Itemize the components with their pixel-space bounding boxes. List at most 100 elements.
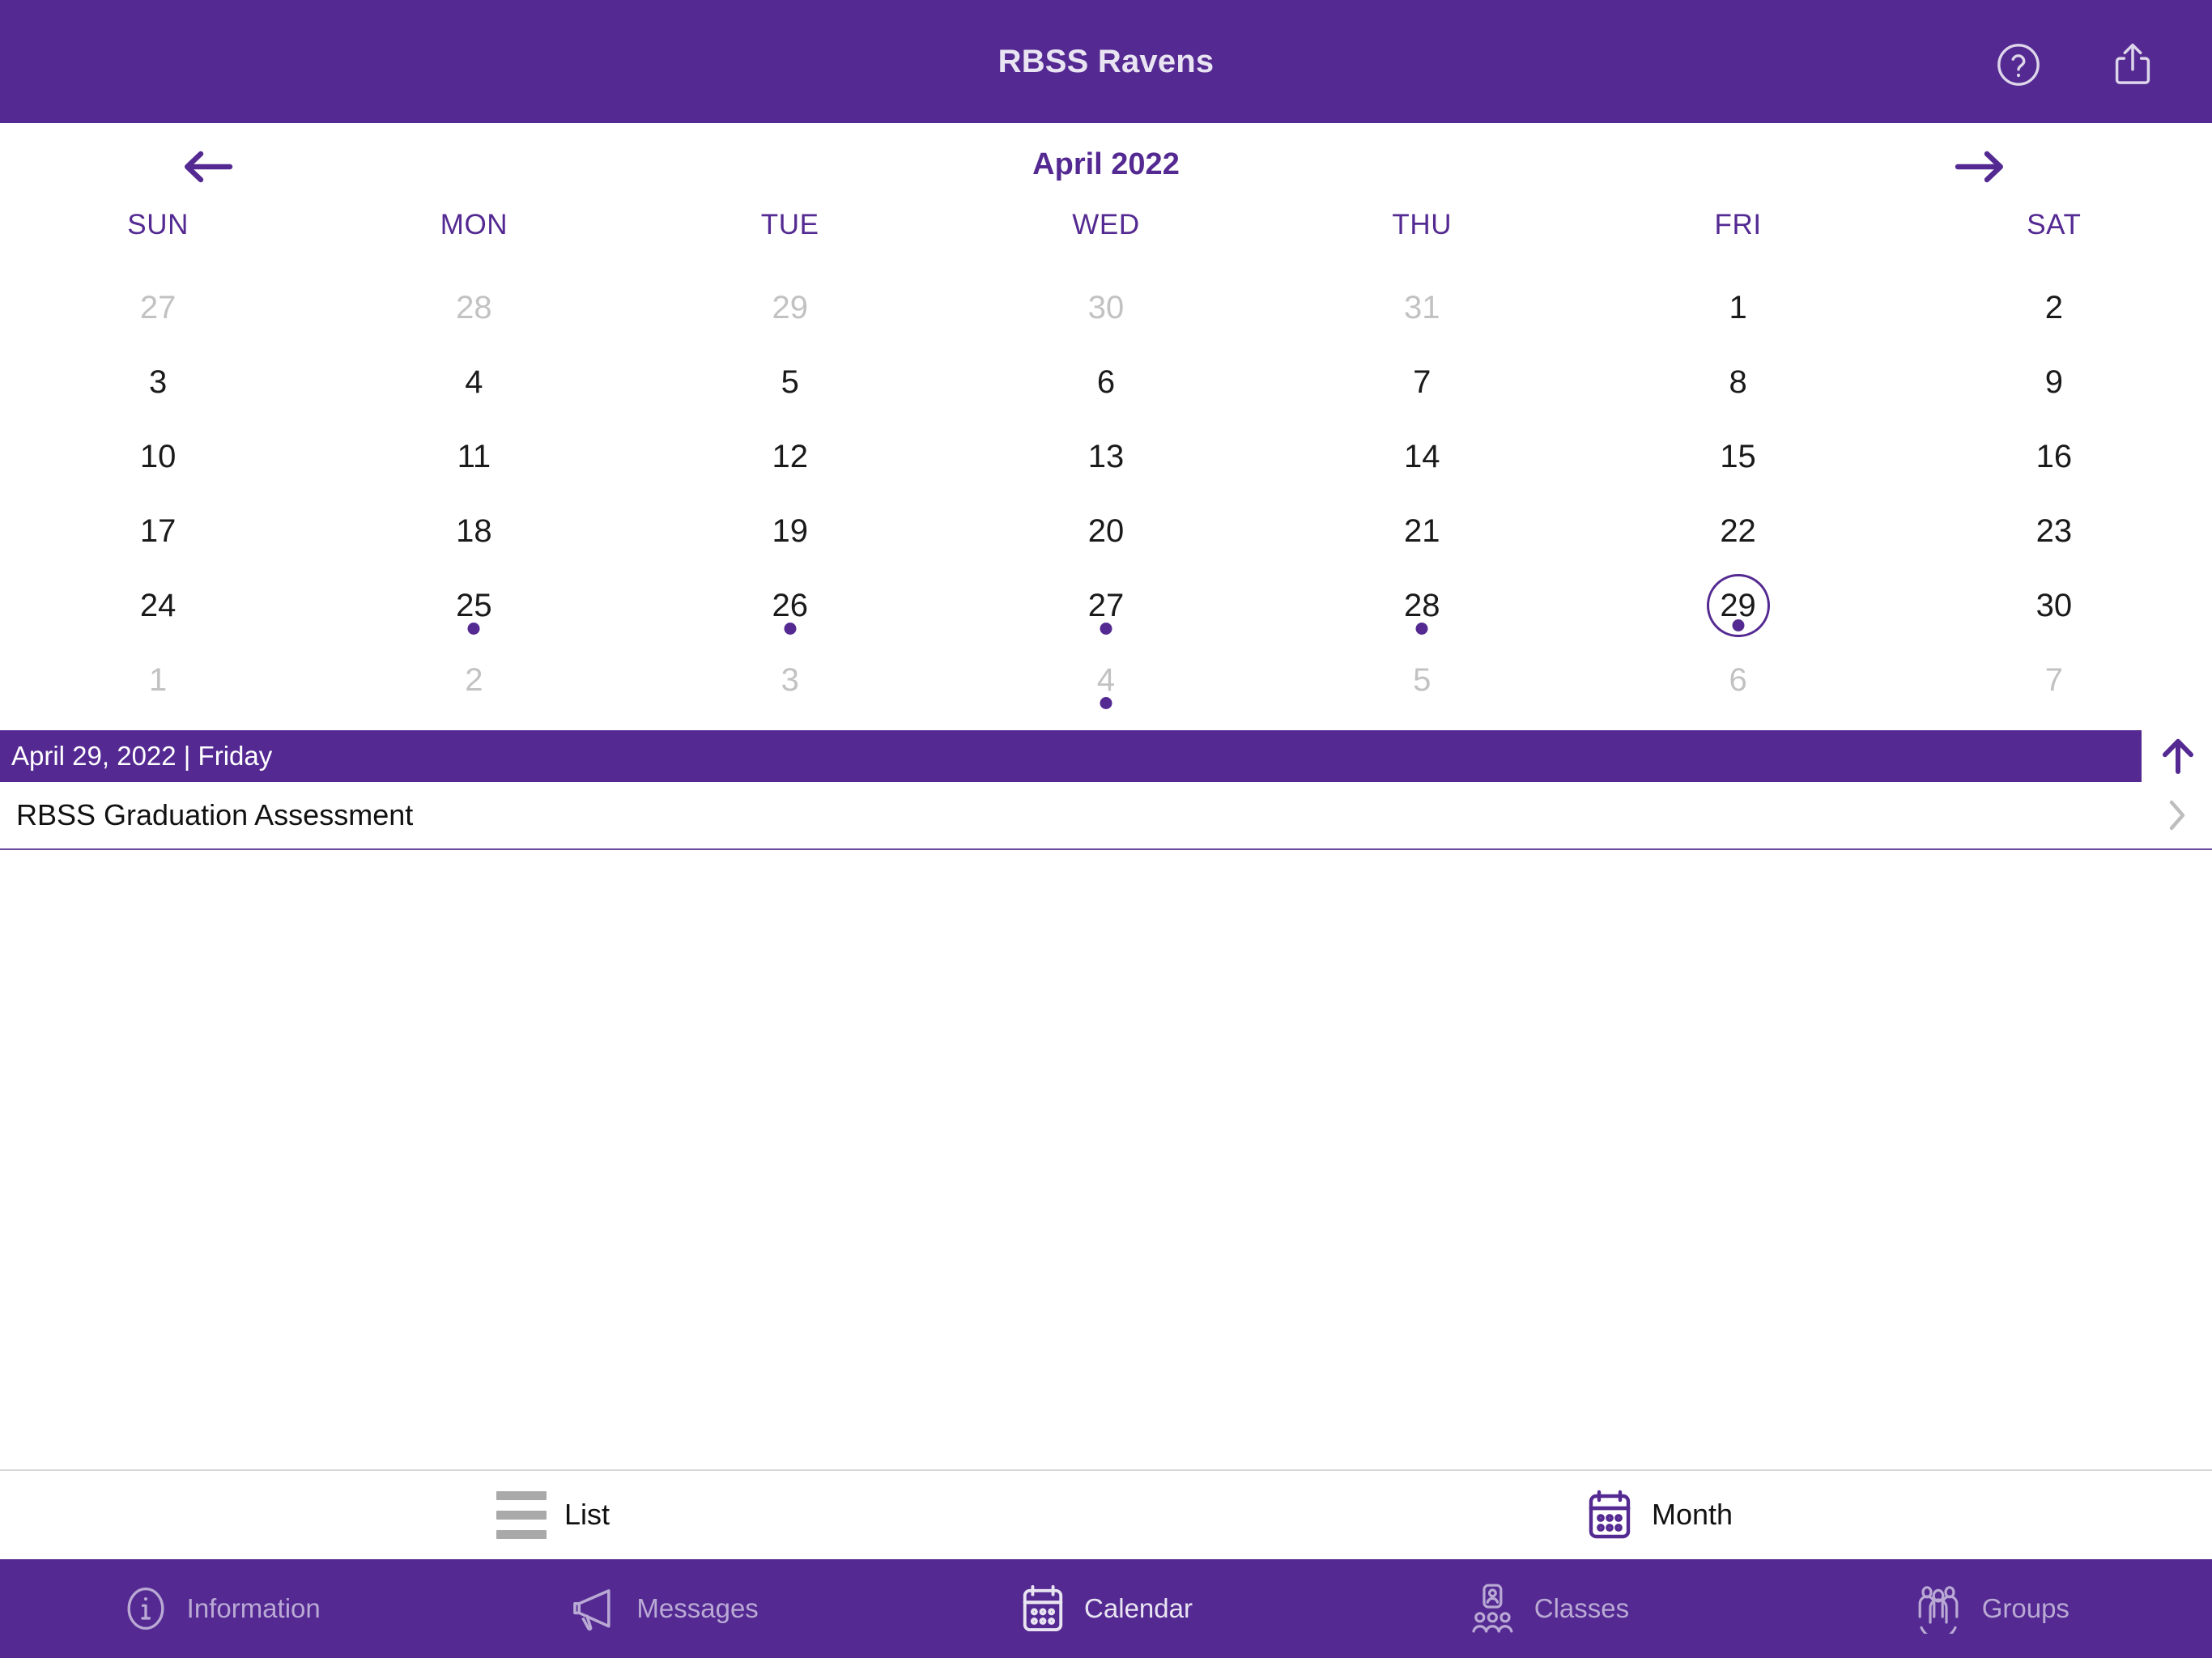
day-number: 16	[2035, 439, 2073, 474]
calendar-day-2[interactable]: 2	[1896, 270, 2212, 344]
tab-label: Messages	[636, 1593, 759, 1623]
day-number: 14	[1404, 439, 1440, 474]
calendar-day-31[interactable]: 31	[1264, 270, 1580, 344]
calendar-day-19[interactable]: 19	[632, 493, 948, 568]
calendar-day-29[interactable]: 29	[1580, 568, 1895, 642]
view-switcher: List Month	[0, 1469, 2212, 1558]
calendar-day-13[interactable]: 13	[948, 419, 1264, 493]
tab-classes[interactable]: Classes	[1327, 1559, 1769, 1658]
calendar-day-28[interactable]: 28	[1264, 568, 1580, 642]
view-option-list[interactable]: List	[0, 1471, 1106, 1558]
weekday-label: SUN	[127, 209, 189, 240]
weekday-label: THU	[1392, 209, 1453, 240]
day-number: 9	[2044, 364, 2063, 400]
event-dot	[1732, 619, 1745, 631]
day-number: 15	[1720, 439, 1756, 474]
day-number: 31	[1404, 290, 1440, 325]
calendar-day-1[interactable]: 1	[1580, 270, 1895, 344]
calendar-day-12[interactable]: 12	[632, 419, 948, 493]
calendar-day-2[interactable]: 2	[316, 642, 632, 716]
day-number: 21	[1404, 513, 1440, 549]
calendar-day-23[interactable]: 23	[1896, 493, 2212, 568]
day-number: 30	[2035, 588, 2073, 623]
calendar-day-18[interactable]: 18	[316, 493, 632, 568]
calendar-day-16[interactable]: 16	[1896, 419, 2212, 493]
calendar-day-25[interactable]: 25	[316, 568, 632, 642]
weekday-label: WED	[1072, 209, 1140, 240]
header-actions	[1995, 40, 2155, 89]
calendar-day-30[interactable]: 30	[1896, 568, 2212, 642]
calendar-day-7[interactable]: 7	[1896, 642, 2212, 716]
calendar-day-9[interactable]: 9	[1896, 344, 2212, 419]
app-header: RBSS Ravens	[0, 0, 2212, 123]
tab-messages[interactable]: Messages	[442, 1559, 884, 1658]
calendar-day-5[interactable]: 5	[632, 344, 948, 419]
calendar-day-5[interactable]: 5	[1264, 642, 1580, 716]
event-title: RBSS Graduation Assessment	[16, 798, 414, 831]
calendar-day-27[interactable]: 27	[0, 270, 316, 344]
event-dot	[1100, 623, 1112, 635]
day-number: 6	[1096, 364, 1116, 400]
day-number: 23	[2035, 513, 2073, 549]
tab-calendar[interactable]: Calendar	[885, 1559, 1327, 1658]
info-circle-icon	[122, 1584, 169, 1634]
calendar-day-28[interactable]: 28	[316, 270, 632, 344]
calendar-day-grid: 27 28 29 30 31 1 2 3 4 5 6 7 8 9 10 11 12 13 14 15 16 17 18 19 2…	[0, 270, 2212, 723]
month-navigation: April 2022	[0, 123, 2212, 188]
weekday-label: FRI	[1714, 209, 1762, 240]
calendar-day-30[interactable]: 30	[948, 270, 1264, 344]
calendar-day-29[interactable]: 29	[632, 270, 948, 344]
help-circle-icon[interactable]	[1995, 41, 2042, 88]
calendar-day-11[interactable]: 11	[316, 419, 632, 493]
calendar-day-6[interactable]: 6	[1580, 642, 1895, 716]
day-number: 5	[781, 364, 799, 400]
day-number: 30	[1087, 290, 1125, 325]
day-number: 11	[457, 439, 491, 474]
tab-information[interactable]: Information	[0, 1559, 442, 1658]
calendar-day-27[interactable]: 27	[948, 568, 1264, 642]
calendar-day-21[interactable]: 21	[1264, 493, 1580, 568]
calendar-day-14[interactable]: 14	[1264, 419, 1580, 493]
tab-groups[interactable]: Groups	[1770, 1559, 2212, 1658]
view-option-month[interactable]: Month	[1106, 1471, 2212, 1558]
calendar-day-15[interactable]: 15	[1580, 419, 1895, 493]
calendar-day-3[interactable]: 3	[632, 642, 948, 716]
day-number: 1	[149, 662, 168, 698]
page-title: RBSS Ravens	[998, 43, 1214, 79]
tab-label: Calendar	[1084, 1593, 1193, 1623]
selected-date-banner: April 29, 2022 | Friday	[0, 730, 2142, 782]
event-row[interactable]: RBSS Graduation Assessment	[0, 782, 2212, 850]
event-dot	[1100, 697, 1112, 709]
megaphone-icon	[568, 1585, 619, 1632]
chevron-right-icon	[2167, 797, 2188, 833]
view-option-label: Month	[1651, 1498, 1733, 1531]
day-number: 24	[139, 588, 177, 623]
calendar-day-8[interactable]: 8	[1580, 344, 1895, 419]
arrow-right-icon[interactable]	[1953, 149, 2008, 185]
day-number: 12	[772, 439, 808, 474]
calendar-day-10[interactable]: 10	[0, 419, 316, 493]
calendar-day-4[interactable]: 4	[948, 642, 1264, 716]
calendar-day-26[interactable]: 26	[632, 568, 948, 642]
selected-date-label: April 29, 2022 | Friday	[11, 741, 273, 771]
day-number: 5	[1413, 662, 1431, 698]
calendar-day-1[interactable]: 1	[0, 642, 316, 716]
calendar-day-24[interactable]: 24	[0, 568, 316, 642]
share-icon[interactable]	[2110, 40, 2155, 89]
calendar-day-17[interactable]: 17	[0, 493, 316, 568]
calendar-day-3[interactable]: 3	[0, 344, 316, 419]
calendar-day-20[interactable]: 20	[948, 493, 1264, 568]
calendar-icon	[1019, 1583, 1066, 1635]
day-number: 28	[456, 290, 492, 325]
arrow-up-icon[interactable]	[2158, 734, 2198, 778]
tab-label: Classes	[1534, 1593, 1630, 1623]
calendar-day-22[interactable]: 22	[1580, 493, 1895, 568]
calendar-day-6[interactable]: 6	[948, 344, 1264, 419]
calendar-day-7[interactable]: 7	[1264, 344, 1580, 419]
day-number: 4	[465, 364, 483, 400]
weekday-label: SAT	[2027, 209, 2082, 240]
day-number: 18	[456, 513, 492, 549]
weekday-label: MON	[440, 209, 508, 240]
day-number: 7	[2044, 662, 2063, 698]
calendar-day-4[interactable]: 4	[316, 344, 632, 419]
